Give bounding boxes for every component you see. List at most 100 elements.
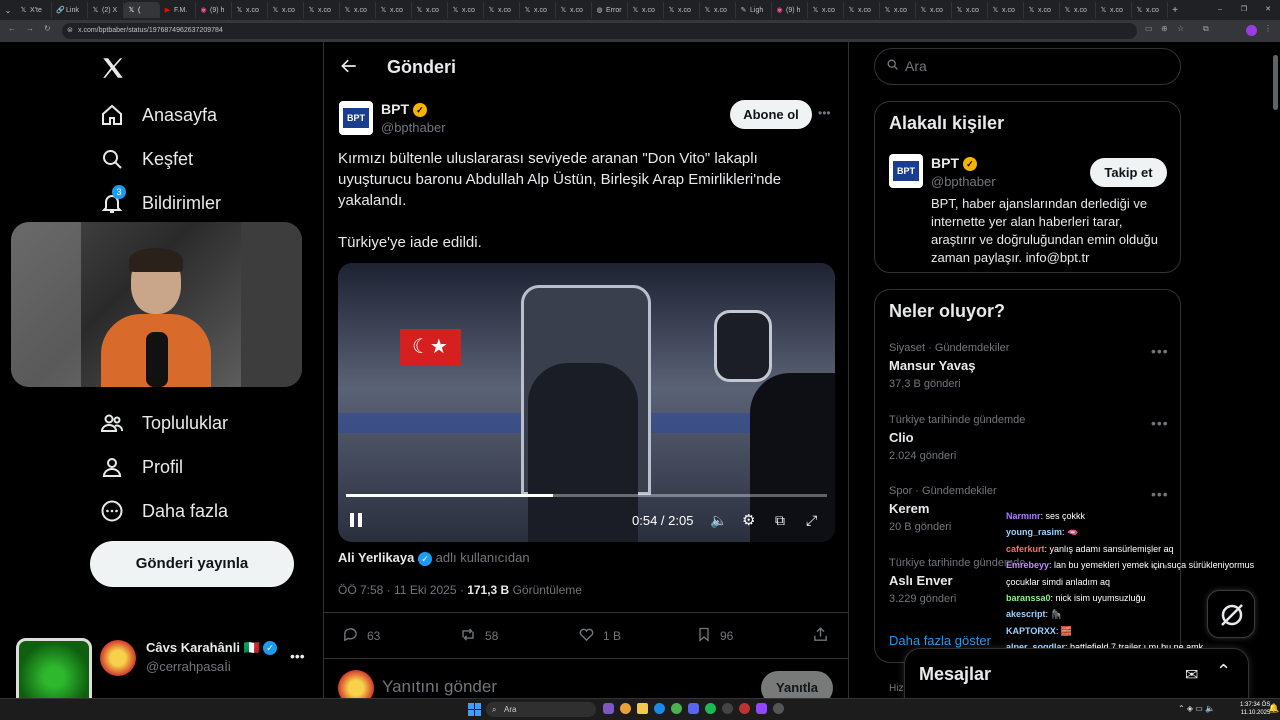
follow-button[interactable]: Takip et bbox=[1090, 158, 1167, 187]
search-input[interactable]: Ara bbox=[874, 48, 1181, 85]
browser-tab[interactable]: 𝕏x.co bbox=[664, 2, 700, 18]
app-icon[interactable] bbox=[620, 703, 631, 714]
clock[interactable]: 1:37:34 ÖS 11.10.2025 bbox=[1240, 701, 1270, 717]
nav-explore[interactable]: Keşfet bbox=[100, 147, 193, 171]
repost-action[interactable]: 58 bbox=[459, 626, 498, 646]
nav-more[interactable]: Daha fazla bbox=[100, 499, 228, 523]
messages-drawer[interactable]: Mesajlar ✉ ⌃ bbox=[904, 648, 1249, 700]
browser-tab[interactable]: ◉ (9) h bbox=[772, 2, 808, 18]
browser-tab[interactable]: 𝕏x.co bbox=[268, 2, 304, 18]
browser-tab[interactable]: 𝕏x.co bbox=[844, 2, 880, 18]
show-more-link[interactable]: Daha fazla göster bbox=[889, 633, 991, 648]
browser-tab[interactable]: 𝕏x.co bbox=[304, 2, 340, 18]
browser-tab[interactable]: 𝕏 X'te bbox=[16, 2, 52, 18]
browser-tab[interactable]: ✎ Ligh bbox=[736, 2, 772, 18]
browser-tab[interactable]: 𝕏x.co bbox=[1024, 2, 1060, 18]
browser-tab[interactable]: 𝕏x.co bbox=[376, 2, 412, 18]
trend-item[interactable]: Spor · Gündemdekiler Kerem 20 B gönderi bbox=[889, 485, 997, 533]
browser-tab[interactable]: 𝕏x.co bbox=[700, 2, 736, 18]
tab-search-button[interactable]: ⌄ bbox=[0, 6, 16, 15]
author-avatar[interactable]: BPT bbox=[339, 101, 373, 135]
back-arrow-icon[interactable]: ← bbox=[8, 24, 16, 33]
browser-tab[interactable]: ◍ Error bbox=[592, 2, 628, 18]
like-action[interactable]: 1 B bbox=[578, 626, 621, 646]
forward-arrow-icon[interactable]: → bbox=[26, 24, 34, 33]
post-more-icon[interactable]: ••• bbox=[818, 106, 831, 120]
browser-tab[interactable]: 𝕏x.co bbox=[1060, 2, 1096, 18]
browser-tab[interactable]: 𝕏x.co bbox=[916, 2, 952, 18]
nav-notifications[interactable]: 3 Bildirimler bbox=[100, 185, 221, 215]
back-button[interactable] bbox=[339, 56, 361, 78]
app-icon[interactable] bbox=[756, 703, 767, 714]
trend-more-icon[interactable]: ••• bbox=[1151, 343, 1169, 359]
app-icon[interactable] bbox=[654, 703, 665, 714]
account-switcher[interactable]: Câvs Karahânli 🇮🇹 ✓ @cerrahpasaİi ••• bbox=[100, 640, 310, 676]
browser-tab[interactable]: 𝕏x.co bbox=[340, 2, 376, 18]
app-icon[interactable] bbox=[773, 703, 784, 714]
browser-tab[interactable]: 𝕏x.co bbox=[412, 2, 448, 18]
browser-tab[interactable]: 𝕏x.co bbox=[880, 2, 916, 18]
trend-item[interactable]: Türkiye tarihinde gündemde Aslı Enver 3.22… bbox=[889, 557, 1025, 605]
maximize-button[interactable]: ❐ bbox=[1232, 0, 1256, 20]
extensions-icon[interactable]: ⧉ bbox=[1203, 24, 1209, 34]
browser-tab[interactable]: 𝕏x.co bbox=[1132, 2, 1168, 18]
install-icon[interactable]: ▭ bbox=[1145, 24, 1153, 33]
picture-in-picture-icon[interactable]: ⧉ bbox=[775, 512, 785, 529]
app-icon[interactable] bbox=[705, 703, 716, 714]
page-scrollbar[interactable] bbox=[1273, 55, 1278, 110]
nav-home[interactable]: Anasayfa bbox=[100, 103, 217, 127]
volume-icon[interactable]: 🔈 bbox=[710, 512, 727, 529]
close-window-button[interactable]: ✕ bbox=[1256, 0, 1280, 20]
browser-tab[interactable]: 𝕏x.co bbox=[556, 2, 592, 18]
video-progress-bar[interactable] bbox=[346, 494, 827, 497]
share-action[interactable] bbox=[812, 626, 829, 646]
app-icon[interactable] bbox=[671, 703, 682, 714]
browser-tab[interactable]: 𝕏x.co bbox=[484, 2, 520, 18]
bookmark-action[interactable]: 96 bbox=[696, 626, 733, 646]
trend-more-icon[interactable]: ••• bbox=[1151, 486, 1169, 502]
browser-tab[interactable]: 𝕏 (2) X bbox=[88, 2, 124, 18]
settings-gear-icon[interactable]: ⚙ bbox=[742, 511, 755, 529]
new-message-icon[interactable]: ✉ bbox=[1185, 665, 1198, 685]
reply-input[interactable]: Yanıtını gönder bbox=[382, 677, 497, 697]
author-name[interactable]: BPT ✓ bbox=[381, 101, 427, 118]
browser-tab[interactable]: 𝕏x.co bbox=[448, 2, 484, 18]
account-more-icon[interactable]: ••• bbox=[290, 648, 305, 664]
browser-tab[interactable]: 𝕏x.co bbox=[628, 2, 664, 18]
post-timestamp[interactable]: ÖÖ 7:58 · 11 Eki 2025 · bbox=[338, 583, 464, 597]
nav-profile[interactable]: Profil bbox=[100, 455, 183, 479]
site-info-icon[interactable]: ⊜ bbox=[67, 23, 73, 39]
browser-tab[interactable]: 🔗 Link bbox=[52, 2, 88, 18]
video-player[interactable]: ☾★ 0:54 / 2:05 🔈 ⚙ ⧉ ⤢ bbox=[338, 263, 835, 542]
browser-tab[interactable]: 𝕏x.co bbox=[232, 2, 268, 18]
x-logo-icon[interactable] bbox=[100, 55, 126, 81]
browser-tab[interactable]: 𝕏x.co bbox=[808, 2, 844, 18]
taskbar-search[interactable]: ⌕ Ara bbox=[486, 702, 596, 717]
reply-action[interactable]: 63 bbox=[342, 626, 380, 646]
video-attribution[interactable]: Ali Yerlikaya ✓ adlı kullanıcıdan bbox=[338, 550, 530, 566]
bookmark-star-icon[interactable]: ☆ bbox=[1177, 24, 1184, 33]
browser-tab[interactable]: 𝕏x.co bbox=[952, 2, 988, 18]
browser-tab[interactable]: ▶ F.M. bbox=[160, 2, 196, 18]
zoom-icon[interactable]: ⊕ bbox=[1161, 24, 1168, 33]
fullscreen-icon[interactable]: ⤢ bbox=[806, 512, 817, 529]
trend-item[interactable]: Türkiye tarihinde gündemde Clio 2.024 gönd… bbox=[889, 414, 1025, 462]
expand-icon[interactable]: ⌃ bbox=[1216, 661, 1231, 682]
start-button[interactable] bbox=[468, 703, 481, 716]
subscribe-button[interactable]: Abone ol bbox=[730, 100, 812, 129]
minimize-button[interactable]: – bbox=[1208, 0, 1232, 20]
author-handle[interactable]: @bpthaber bbox=[381, 120, 446, 135]
app-icon[interactable] bbox=[722, 703, 733, 714]
grok-button[interactable] bbox=[1207, 590, 1255, 638]
trend-item[interactable]: Siyaset · Gündemdekiler Mansur Yavaş 37,3 … bbox=[889, 342, 1009, 390]
browser-tab[interactable]: 𝕏x.co bbox=[1096, 2, 1132, 18]
app-icon[interactable] bbox=[739, 703, 750, 714]
browser-tab[interactable]: ◉ (9) h bbox=[196, 2, 232, 18]
browser-tab[interactable]: 𝕏x.co bbox=[988, 2, 1024, 18]
pause-icon[interactable] bbox=[350, 513, 364, 528]
app-icon[interactable] bbox=[637, 703, 648, 714]
related-name[interactable]: BPT ✓ bbox=[931, 155, 977, 172]
browser-menu-icon[interactable]: ⋮ bbox=[1264, 24, 1272, 33]
app-icon[interactable] bbox=[603, 703, 614, 714]
post-button[interactable]: Gönderi yayınla bbox=[90, 541, 294, 587]
